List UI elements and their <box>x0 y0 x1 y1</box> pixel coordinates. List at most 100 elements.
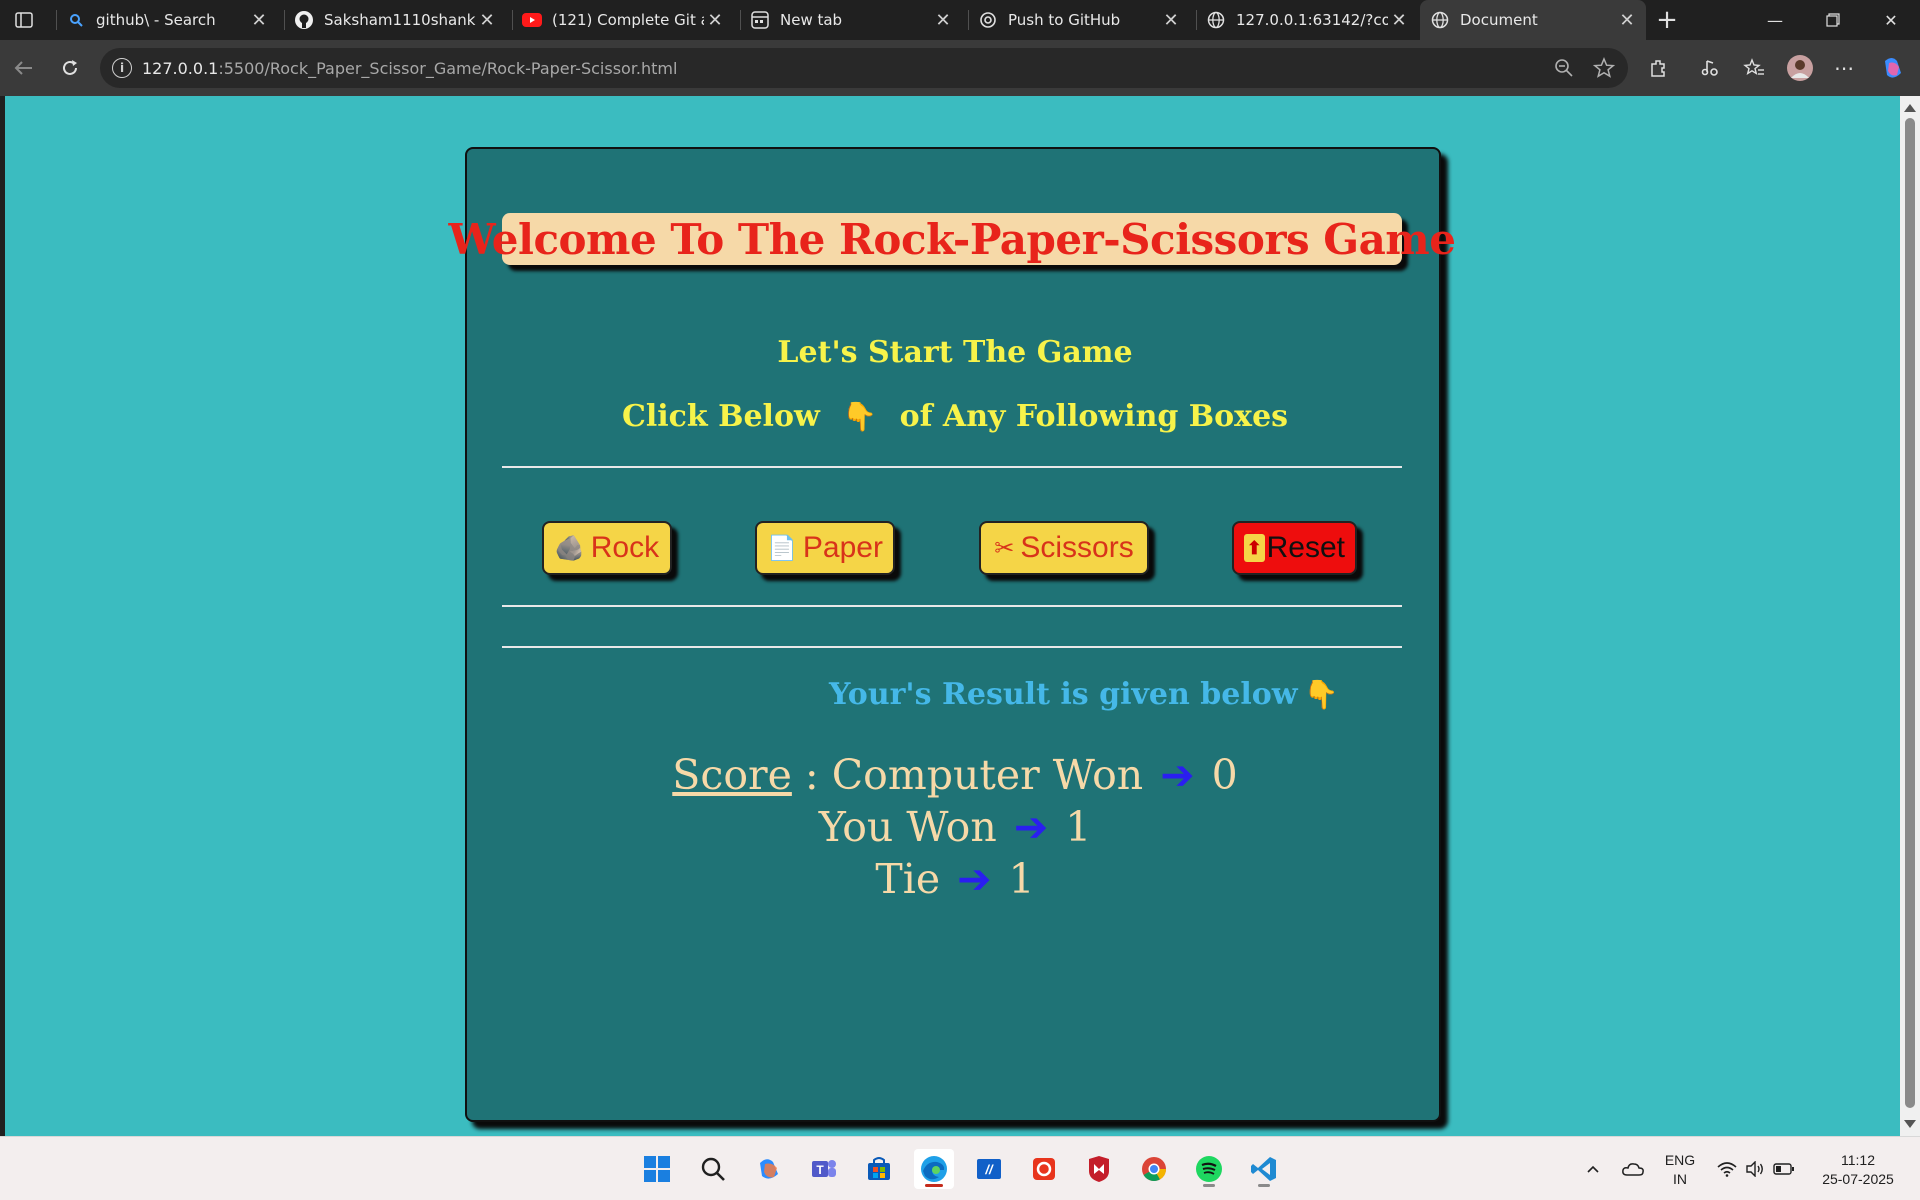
start-heading: Let's Start The Game <box>777 335 1133 370</box>
github-icon <box>294 10 314 30</box>
tab-github-search[interactable]: github\ - Search ✕ <box>56 0 278 40</box>
globe-icon <box>1430 10 1450 30</box>
scissors-label: Scissors <box>1020 531 1134 564</box>
mcafee-icon[interactable] <box>1079 1149 1119 1189</box>
scroll-up-icon[interactable] <box>1904 104 1916 112</box>
windows-start-icon[interactable] <box>637 1149 677 1189</box>
favorite-star-icon[interactable] <box>1590 54 1618 82</box>
sidebar-toggle-icon[interactable] <box>10 8 38 32</box>
clock-time: 11:12 <box>1841 1152 1875 1168</box>
svg-text://: // <box>984 1162 994 1177</box>
browser-toolbar: i 127.0.0.1:5500/Rock_Paper_Scissor_Game… <box>0 40 1920 96</box>
rock-label: Rock <box>590 531 660 564</box>
page-viewport: Welcome To The Rock-Paper-Scissors Game … <box>5 96 1900 1136</box>
media-control-icon[interactable] <box>1694 52 1726 84</box>
close-window-icon[interactable]: ✕ <box>1862 0 1920 40</box>
close-icon[interactable]: ✕ <box>248 9 270 31</box>
tie-label: Tie <box>875 855 941 903</box>
powerautomate-icon[interactable]: // <box>969 1149 1009 1189</box>
close-icon[interactable]: ✕ <box>704 9 726 31</box>
scrollbar-thumb[interactable] <box>1905 118 1915 1108</box>
vscode-icon[interactable] <box>1244 1149 1284 1189</box>
reset-label: Reset <box>1266 531 1345 564</box>
edge-icon[interactable] <box>914 1149 954 1189</box>
score-you-line: You Won ➔ 1 <box>467 803 1443 851</box>
profile-avatar[interactable] <box>1784 52 1816 84</box>
restore-icon[interactable] <box>1804 0 1862 40</box>
onedrive-icon[interactable] <box>1616 1137 1650 1200</box>
teams-icon[interactable]: T <box>804 1149 844 1189</box>
show-hidden-icons-icon[interactable] <box>1578 1137 1608 1200</box>
copilot-icon[interactable] <box>749 1149 789 1189</box>
store-icon[interactable] <box>859 1149 899 1189</box>
more-options-icon[interactable]: ⋯ <box>1828 52 1860 84</box>
close-icon[interactable]: ✕ <box>1388 9 1410 31</box>
scissors-icon: ✂ <box>994 534 1015 562</box>
volume-icon[interactable] <box>1742 1137 1768 1200</box>
address-bar[interactable]: i 127.0.0.1:5500/Rock_Paper_Scissor_Game… <box>100 48 1628 88</box>
back-arrow-icon[interactable] <box>8 52 40 84</box>
page-scrollbar[interactable] <box>1900 96 1920 1136</box>
url-path: :5500/Rock_Paper_Scissor_Game/Rock-Paper… <box>218 58 678 78</box>
tab-document[interactable]: Document ✕ <box>1420 0 1646 40</box>
tab-github-profile[interactable]: Saksham1110shankhdh ✕ <box>284 0 506 40</box>
spotify-icon[interactable] <box>1189 1149 1229 1189</box>
tab-title: Push to GitHub <box>1008 11 1121 29</box>
tab-title: Saksham1110shankhdh <box>324 11 476 29</box>
new-tab-button[interactable]: + <box>1652 5 1682 35</box>
computer-won-label: : Computer Won <box>804 751 1144 799</box>
address-url[interactable]: 127.0.0.1:5500/Rock_Paper_Scissor_Game/R… <box>142 59 677 78</box>
clock[interactable]: 11:12 25-07-2025 <box>1808 1151 1908 1189</box>
chatgpt-icon <box>978 10 998 30</box>
pointing-down-icon: 👇 <box>1303 678 1339 711</box>
newtab-icon <box>750 10 770 30</box>
instruction-after: of Any Following Boxes <box>899 399 1289 434</box>
rock-button[interactable]: 🪨 Rock <box>542 521 672 575</box>
tab-push-to-github[interactable]: Push to GitHub ✕ <box>968 0 1190 40</box>
tab-title: (121) Complete Git and <box>552 11 704 29</box>
paper-icon: 📄 <box>767 534 797 562</box>
scissors-button[interactable]: ✂ Scissors <box>979 521 1149 575</box>
tab-youtube[interactable]: (121) Complete Git and ✕ <box>512 0 734 40</box>
arrow-right-icon: ➔ <box>957 855 992 903</box>
svg-text:T: T <box>816 1163 824 1177</box>
scroll-down-icon[interactable] <box>1904 1120 1916 1128</box>
page-title: Welcome To The Rock-Paper-Scissors Game <box>448 214 1456 264</box>
score-label: Score <box>672 751 792 799</box>
url-host: 127.0.0.1 <box>142 58 219 78</box>
you-won-label: You Won <box>818 803 997 851</box>
refresh-icon[interactable] <box>54 52 86 84</box>
extensions-icon[interactable] <box>1642 52 1674 84</box>
reset-button[interactable]: ⬆ Reset <box>1232 521 1357 575</box>
chrome-icon[interactable] <box>1134 1149 1174 1189</box>
zoom-out-icon[interactable] <box>1550 54 1578 82</box>
favorites-icon[interactable] <box>1738 52 1770 84</box>
paper-button[interactable]: 📄 Paper <box>755 521 895 575</box>
rock-icon: 🪨 <box>554 534 585 562</box>
office-icon[interactable] <box>1024 1149 1064 1189</box>
close-icon[interactable]: ✕ <box>1616 9 1638 31</box>
site-info-icon[interactable]: i <box>112 58 132 78</box>
tie-value: 1 <box>1008 855 1035 903</box>
copilot-icon[interactable] <box>1876 52 1908 84</box>
close-icon[interactable]: ✕ <box>932 9 954 31</box>
close-icon[interactable]: ✕ <box>476 9 498 31</box>
tab-new[interactable]: New tab ✕ <box>740 0 962 40</box>
result-heading-text: Your's Result is given below <box>829 677 1298 712</box>
you-won-value: 1 <box>1065 803 1092 851</box>
tab-localhost[interactable]: 127.0.0.1:63142/?code ✕ <box>1196 0 1418 40</box>
close-icon[interactable]: ✕ <box>1160 9 1182 31</box>
running-indicator <box>1203 1184 1215 1187</box>
arrow-right-icon: ➔ <box>1013 803 1049 851</box>
minimize-icon[interactable]: — <box>1746 0 1804 40</box>
active-indicator <box>925 1184 943 1187</box>
title-banner: Welcome To The Rock-Paper-Scissors Game <box>449 213 1456 265</box>
running-indicator <box>1258 1184 1270 1187</box>
wifi-icon[interactable] <box>1714 1137 1740 1200</box>
language-code: ENG <box>1664 1152 1696 1168</box>
search-icon[interactable] <box>693 1149 733 1189</box>
language-indicator[interactable]: ENG IN <box>1656 1151 1704 1189</box>
tab-title: New tab <box>780 11 843 29</box>
battery-icon[interactable] <box>1770 1137 1798 1200</box>
paper-label: Paper <box>802 531 883 564</box>
